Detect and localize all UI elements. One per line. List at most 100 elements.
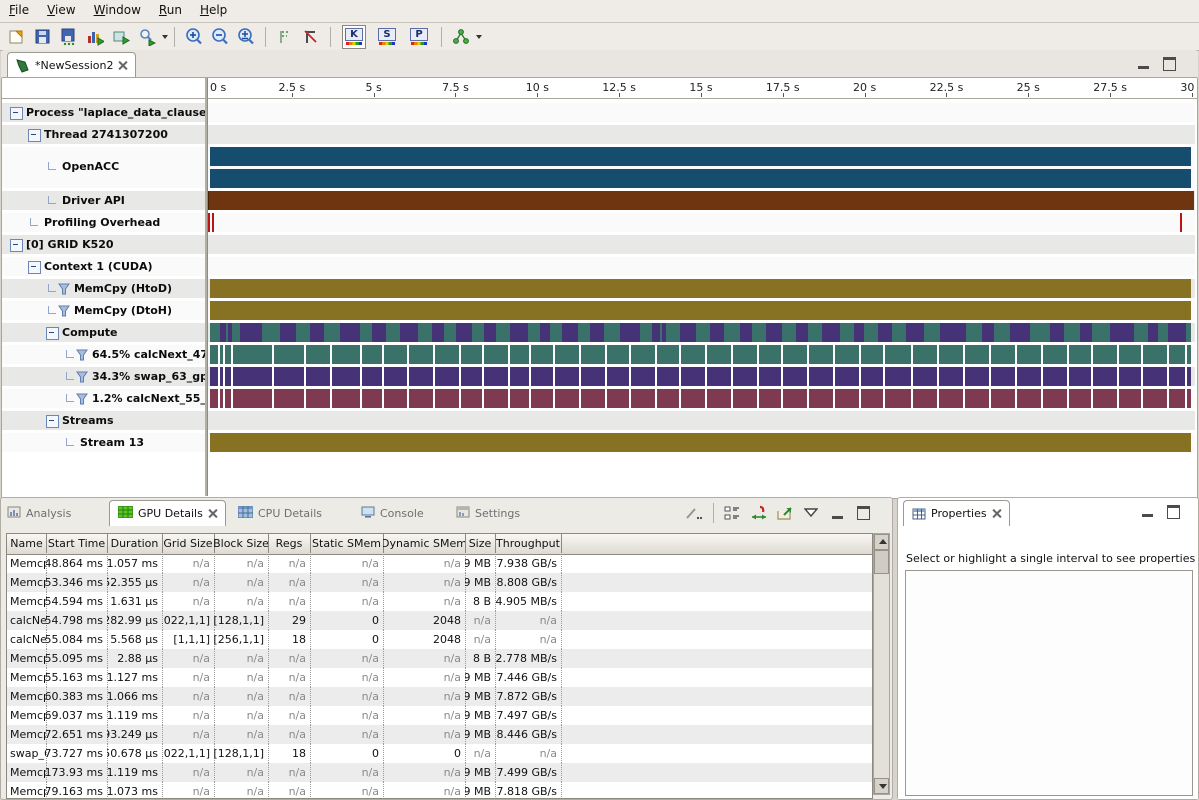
compute-kernel-segment[interactable] [1010, 323, 1030, 342]
timeline-track-compute[interactable] [208, 323, 1195, 342]
tree-row-memcpy-htod[interactable]: MemCpy (HtoD) [2, 279, 205, 298]
table-vertical-scrollbar[interactable] [873, 533, 890, 795]
compute-kernel-segment[interactable] [906, 323, 924, 342]
tree-row-1-2-calcnext-55-g[interactable]: 1.2% calcNext_55_g... [2, 389, 205, 408]
compute-kernel-segment[interactable] [372, 323, 386, 342]
tab-console[interactable]: Console [361, 503, 424, 523]
tab-properties[interactable]: Properties [903, 500, 1010, 526]
table-row[interactable]: Memcpy155.095 ms2.88 µsn/an/an/an/an/a8 … [7, 649, 872, 668]
table-row[interactable]: Memcpy154.594 ms1.631 µsn/an/an/an/an/a8… [7, 592, 872, 611]
kernel-interval-bar[interactable] [210, 389, 1191, 408]
tree-row-0-grid-k520[interactable]: [0] GRID K520 [2, 235, 205, 254]
profile-application-button[interactable] [83, 25, 107, 49]
view-menu-dropdown-icon[interactable] [799, 501, 823, 525]
compute-kernel-segment[interactable] [982, 323, 994, 342]
analysis-tree-button[interactable] [449, 25, 473, 49]
menu-file[interactable]: File [0, 0, 38, 19]
timeline-ruler[interactable]: 0 s2.5 s5 s7.5 s10 s12.5 s15 s17.5 s20 s… [2, 78, 1197, 99]
column-header-grid-size[interactable]: Grid Size [162, 534, 215, 553]
filter-funnel-icon[interactable] [76, 371, 88, 386]
table-row[interactable]: Memcpy160.383 ms1.066 msn/an/an/an/an/a9… [7, 687, 872, 706]
table-row[interactable]: Memcpy169.037 ms1.119 msn/an/an/an/an/a9… [7, 706, 872, 725]
kernel-interval-bar[interactable] [210, 367, 1191, 386]
compute-kernel-segment[interactable] [1050, 323, 1064, 342]
compute-kernel-segment[interactable] [340, 323, 360, 342]
collapse-toggle-icon[interactable] [28, 129, 41, 142]
close-session-tab-icon[interactable] [118, 61, 127, 70]
compute-kernel-segment[interactable] [228, 323, 232, 342]
kernel-interval-bar[interactable] [210, 345, 1191, 364]
column-header-throughput[interactable]: Throughput [495, 534, 562, 553]
flag-crossed-button[interactable] [299, 25, 323, 49]
compute-kernel-segment[interactable] [1168, 323, 1186, 342]
tree-row-openacc[interactable]: OpenACC [2, 147, 205, 188]
compute-kernel-segment[interactable] [240, 323, 262, 342]
compute-kernel-segment[interactable] [456, 323, 472, 342]
tree-row-context-1-cuda[interactable]: Context 1 (CUDA) [2, 257, 205, 276]
tree-row-64-5-calcnext-47[interactable]: 64.5% calcNext_47_... [2, 345, 205, 364]
export-session-button[interactable] [109, 25, 133, 49]
maximize-icon[interactable] [1163, 57, 1176, 71]
tree-row-thread-2741307200[interactable]: Thread 2741307200 [2, 125, 205, 144]
table-row[interactable]: Memcpy155.163 ms1.127 msn/an/an/an/an/a9… [7, 668, 872, 687]
timeline-track-34-3-swap-63-gpu[interactable] [208, 367, 1195, 386]
tab-session[interactable]: *NewSession2 [7, 52, 136, 78]
timeline-track-openacc[interactable] [208, 147, 1195, 188]
table-row[interactable]: Memcpy172.651 ms93.249 µsn/an/an/an/an/a… [7, 725, 872, 744]
driver-api-interval-bar[interactable] [208, 191, 1194, 210]
column-header-regs[interactable]: Regs [268, 534, 311, 553]
table-row[interactable]: calcNext154.798 ms282.99 µs[1022,1,1][12… [7, 611, 872, 630]
zoom-fit-button[interactable] [234, 25, 258, 49]
timeline-track-thread-2741307200[interactable] [208, 125, 1195, 144]
table-row[interactable]: Memcpy153.346 ms952.355 µsn/an/an/an/an/… [7, 573, 872, 592]
timeline-track-stream-13[interactable] [208, 433, 1195, 452]
compute-kernel-segment[interactable] [620, 323, 640, 342]
compute-kernel-segment[interactable] [796, 323, 808, 342]
export-details-button[interactable] [773, 501, 797, 525]
tab-cpu-details[interactable]: CPU Details [238, 503, 322, 523]
compute-kernel-segment[interactable] [652, 323, 660, 342]
compute-kernel-segment[interactable] [1080, 323, 1092, 342]
zoom-in-button[interactable] [182, 25, 206, 49]
compute-kernel-segment[interactable] [878, 323, 892, 342]
compute-kernel-segment[interactable] [432, 323, 444, 342]
memcpy-interval-bar[interactable] [210, 433, 1191, 452]
timeline-track-64-5-calcnext-47[interactable] [208, 345, 1195, 364]
filter-funnel-icon[interactable] [76, 393, 88, 408]
table-row[interactable]: calcNext155.084 ms5.568 µs[1,1,1][256,1,… [7, 630, 872, 649]
tree-row-streams[interactable]: Streams [2, 411, 205, 430]
collapse-toggle-icon[interactable] [10, 239, 23, 252]
compute-kernel-segment[interactable] [510, 323, 528, 342]
compute-kernel-segment[interactable] [280, 323, 296, 342]
minimize-icon[interactable] [1138, 57, 1149, 69]
openacc-interval-bar[interactable] [210, 147, 1191, 166]
zoom-out-button[interactable] [208, 25, 232, 49]
timeline-track-driver-api[interactable] [208, 191, 1195, 210]
scroll-up-button[interactable] [874, 534, 889, 550]
flag-dotted-button[interactable] [273, 25, 297, 49]
tree-row-process-laplace-data-clauses[interactable]: Process "laplace_data_clauses 10... [2, 103, 205, 122]
minimize-icon[interactable] [832, 507, 843, 519]
memcpy-interval-bar[interactable] [210, 279, 1191, 298]
filter-funnel-icon[interactable] [76, 349, 88, 364]
collapse-toggle-icon[interactable] [10, 107, 23, 120]
compute-kernel-segment[interactable] [590, 323, 604, 342]
maximize-icon[interactable] [857, 506, 870, 520]
menu-run[interactable]: Run [150, 0, 191, 19]
compute-kernel-segment[interactable] [1148, 323, 1158, 342]
new-session-button[interactable] [5, 25, 29, 49]
overhead-mark-bar[interactable] [1180, 213, 1182, 232]
menu-help[interactable]: Help [191, 0, 236, 19]
timeline-track-context-1-cuda[interactable] [208, 257, 1195, 276]
overhead-mark-bar[interactable] [212, 213, 214, 232]
table-row[interactable]: swap_63173.727 ms950.678 µs[1022,1,1][12… [7, 744, 872, 763]
timeline-track-process-laplace-data-clauses[interactable] [208, 103, 1195, 122]
timeline-track-profiling-overhead[interactable] [208, 213, 1195, 232]
compute-kernel-segment[interactable] [940, 323, 966, 342]
column-header-static-smem[interactable]: Static SMem [310, 534, 384, 553]
tree-row-compute[interactable]: Compute [2, 323, 205, 342]
scroll-down-button[interactable] [874, 778, 889, 794]
compute-kernel-segment[interactable] [484, 323, 496, 342]
tree-row-stream-13[interactable]: Stream 13 [2, 433, 205, 452]
memcpy-interval-bar[interactable] [210, 301, 1191, 320]
